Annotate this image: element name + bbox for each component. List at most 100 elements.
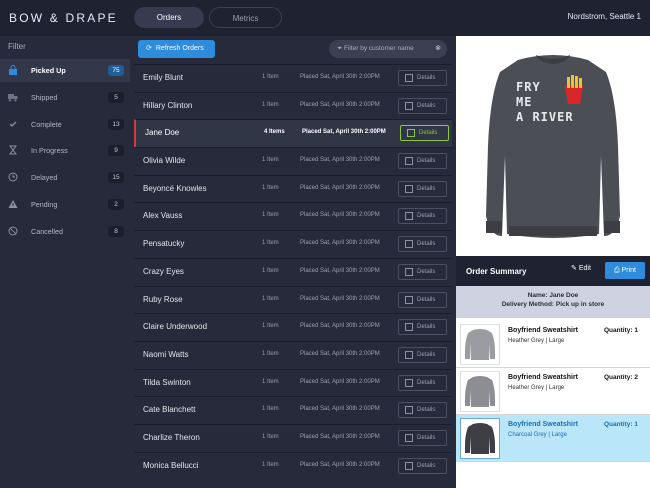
placed-time: Placed Sat, April 30th 2:00PM <box>300 240 380 247</box>
tab-metrics[interactable]: Metrics <box>209 7 282 28</box>
order-row[interactable]: Naomi Watts 1 Item Placed Sat, April 30th … <box>134 340 452 369</box>
customer-name: Beyoncé Knowles <box>143 183 207 193</box>
order-row[interactable]: Olivia Wilde 1 Item Placed Sat, April 30th… <box>134 147 452 175</box>
filter-heading: Filter <box>8 42 26 51</box>
edit-button[interactable]: ✎ Edit <box>571 264 591 272</box>
clear-icon[interactable]: ⊗ <box>435 40 441 58</box>
pencil-icon: ✎ <box>571 265 577 272</box>
customer-name: Naomi Watts <box>143 349 189 359</box>
customer-name: Olivia Wilde <box>143 156 186 166</box>
sidebar-item-in-progress[interactable]: In Progress 9 <box>0 139 130 162</box>
details-button[interactable]: Details <box>400 125 449 142</box>
details-icon <box>407 129 415 138</box>
sidebar-item-label: Complete <box>31 120 62 129</box>
refresh-orders-button[interactable]: ⟳ Refresh Orders <box>138 40 215 58</box>
details-icon <box>405 74 413 82</box>
details-icon <box>405 295 413 304</box>
details-button[interactable]: Details <box>398 180 447 197</box>
order-row[interactable]: Beyoncé Knowles 1 Item Placed Sat, April 3… <box>134 174 452 203</box>
sidebar-item-picked-up[interactable]: Picked Up 75 <box>0 59 130 82</box>
count-badge: 9 <box>108 145 124 156</box>
tab-orders[interactable]: Orders <box>134 7 204 28</box>
order-row[interactable]: Cate Blanchett 1 Item Placed Sat, April 30… <box>134 396 452 424</box>
item-variant: Heather Grey | Large <box>508 385 565 391</box>
sidebar-item-label: Cancelled <box>31 227 63 236</box>
order-row[interactable]: Tilda Swinton 1 Item Placed Sat, April 30t… <box>134 368 452 397</box>
print-button[interactable]: ⎙ Print <box>605 262 645 279</box>
item-count: 1 Item <box>262 184 279 191</box>
order-row[interactable]: Jane Doe 4 Items Placed Sat, April 30th 2:… <box>134 119 452 148</box>
order-row[interactable]: Ruby Rose 1 Item Placed Sat, April 30th 2:… <box>134 285 452 314</box>
item-count: 1 Item <box>262 240 279 247</box>
item-count: 1 Item <box>262 461 279 468</box>
details-label: Details <box>417 102 436 109</box>
details-icon <box>405 406 413 415</box>
details-label: Details <box>417 296 436 303</box>
placed-time: Placed Sat, April 30th 2:00PM <box>300 323 380 330</box>
store-name[interactable]: Nordstrom, Seattle 1 <box>568 12 641 21</box>
sidebar-item-cancelled[interactable]: Cancelled 8 <box>0 220 130 243</box>
details-button[interactable]: Details <box>398 70 447 86</box>
details-button[interactable]: Details <box>398 153 447 170</box>
item-thumbnail <box>460 371 500 412</box>
delivery-method: Delivery Method: Pick up in store <box>501 301 605 308</box>
details-button[interactable]: Details <box>398 236 447 253</box>
customer-name: Emily Blunt <box>143 73 184 82</box>
order-item[interactable]: Boyfriend Sweatshirt Heather Grey | Large… <box>456 368 650 415</box>
details-button[interactable]: Details <box>398 402 447 419</box>
placed-time: Placed Sat, April 30th 2:00PM <box>300 295 380 302</box>
details-button[interactable]: Details <box>398 457 447 474</box>
sidebar-item-pending[interactable]: Pending 2 <box>0 193 130 216</box>
customer-name: Crazy Eyes <box>143 266 184 276</box>
order-row[interactable]: Crazy Eyes 1 Item Placed Sat, April 30th 2… <box>134 257 452 286</box>
refresh-label: Refresh Orders <box>155 45 204 52</box>
order-row[interactable]: Emily Blunt 1 Item Placed Sat, April 30th … <box>134 64 452 92</box>
customer-filter-input[interactable]: ⏷ Filter by customer name ⊗ <box>329 40 447 58</box>
order-row[interactable]: Alex Vauss 1 Item Placed Sat, April 30th 2… <box>134 202 452 231</box>
refresh-icon: ⟳ <box>146 45 152 52</box>
placed-time: Placed Sat, April 30th 2:00PM <box>300 461 380 468</box>
details-button[interactable]: Details <box>398 346 447 363</box>
details-icon <box>405 184 413 193</box>
order-row[interactable]: Pensatucky 1 Item Placed Sat, April 30th 2… <box>134 230 452 258</box>
details-button[interactable]: Details <box>398 97 447 114</box>
order-row[interactable]: Claire Underwood 1 Item Placed Sat, April … <box>134 313 452 341</box>
order-row[interactable]: Monica Bellucci 1 Item Placed Sat, April 3… <box>134 451 452 480</box>
order-row[interactable]: Charlize Theron 1 Item Placed Sat, April 3… <box>134 423 452 452</box>
top-bar: BOW & DRAPE Orders Metrics Nordstrom, Se… <box>0 0 650 36</box>
item-quantity: Quantity: 1 <box>604 421 638 428</box>
details-button[interactable]: Details <box>398 291 447 308</box>
placed-time: Placed Sat, April 30th 2:00PM <box>300 267 380 274</box>
item-count: 1 Item <box>262 267 279 274</box>
placed-time: Placed Sat, April 30th 2:00PM <box>300 157 380 164</box>
filter-sidebar: Filter Picked Up 75 Shipped 5 Complete 1… <box>0 36 130 488</box>
customer-name: Name: Jane Doe <box>527 292 579 299</box>
placed-time: Placed Sat, April 30th 2:00PM <box>302 129 386 136</box>
item-count: 1 Item <box>262 378 279 385</box>
details-icon <box>405 212 413 221</box>
item-count: 1 Item <box>262 74 279 80</box>
details-label: Details <box>417 213 436 220</box>
count-badge: 8 <box>108 226 124 237</box>
details-button[interactable]: Details <box>398 263 447 280</box>
orders-list: Emily Blunt 1 Item Placed Sat, April 30th … <box>134 64 452 480</box>
sidebar-item-shipped[interactable]: Shipped 5 <box>0 86 130 109</box>
product-print-text: FRY ME A RIVER <box>516 80 574 124</box>
count-badge: 13 <box>108 119 124 130</box>
details-button[interactable]: Details <box>398 374 447 391</box>
sidebar-item-delayed[interactable]: Delayed 15 <box>0 166 130 189</box>
customer-name: Jane Doe <box>145 128 180 138</box>
details-button[interactable]: Details <box>398 208 447 225</box>
details-icon <box>405 240 413 249</box>
details-label: Details <box>419 130 438 137</box>
sidebar-item-complete[interactable]: Complete 13 <box>0 113 130 136</box>
sidebar-item-label: Shipped <box>31 93 58 102</box>
order-row[interactable]: Hillary Clinton 1 Item Placed Sat, April 3… <box>134 91 452 120</box>
hourglass-icon <box>8 145 18 155</box>
order-item[interactable]: Boyfriend Sweatshirt Heather Grey | Large… <box>456 321 650 368</box>
details-button[interactable]: Details <box>398 319 447 336</box>
customer-name: Claire Underwood <box>143 322 208 332</box>
order-item[interactable]: Boyfriend Sweatshirt Charcoal Grey | Larg… <box>456 415 650 462</box>
details-button[interactable]: Details <box>398 429 447 446</box>
count-badge: 5 <box>108 92 124 103</box>
